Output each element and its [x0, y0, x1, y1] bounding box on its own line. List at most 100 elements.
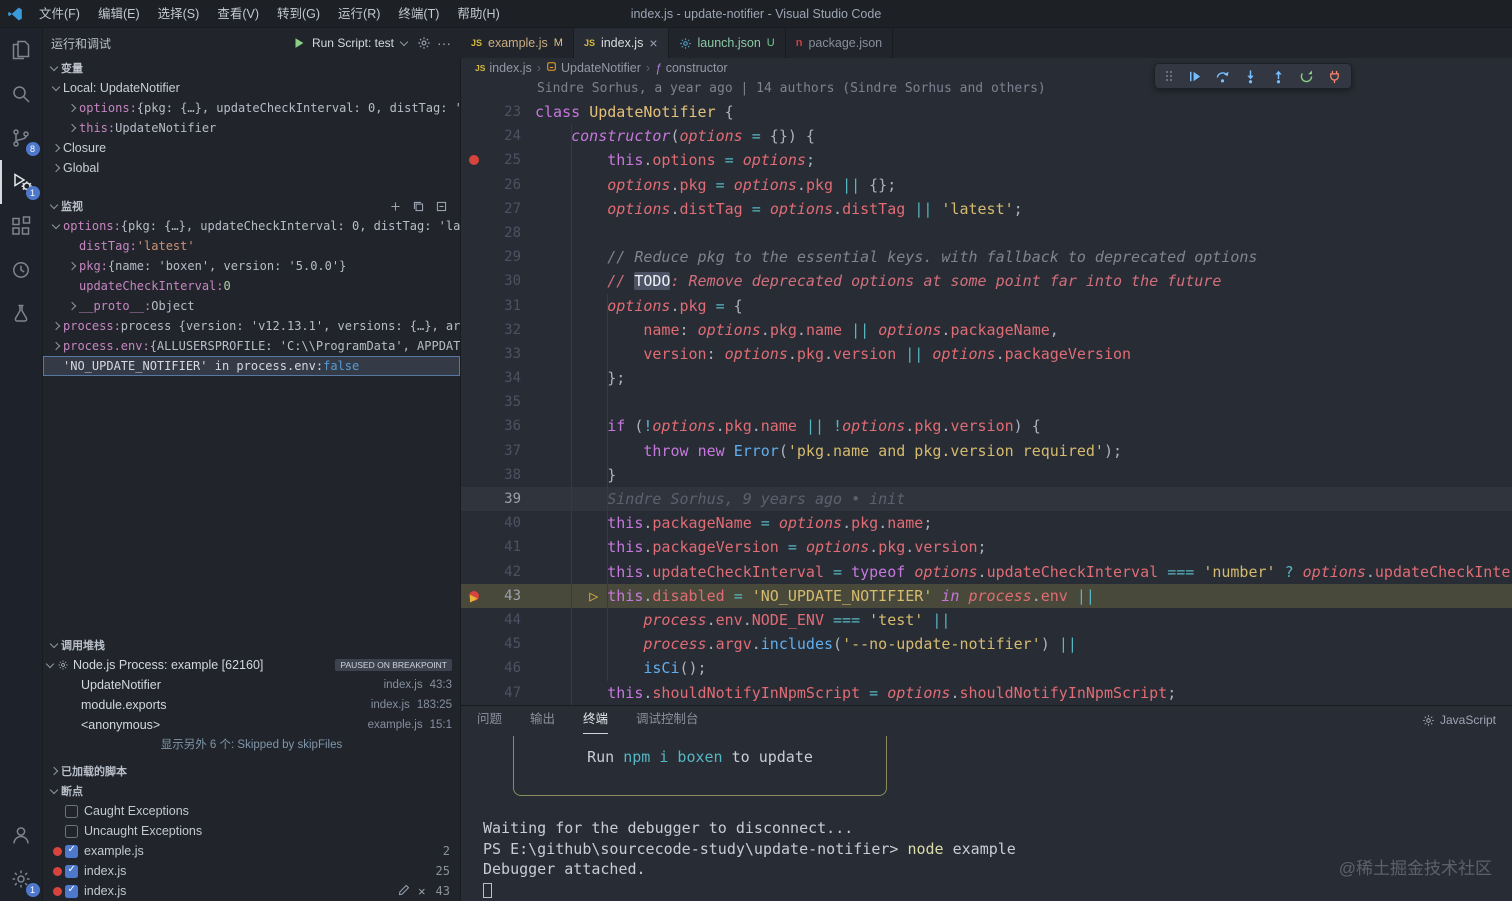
- disconnect-icon[interactable]: [1327, 69, 1342, 84]
- test-beaker-icon[interactable]: [0, 292, 43, 336]
- code-line[interactable]: 33 version: options.pkg.version || optio…: [461, 342, 1512, 366]
- variable-row[interactable]: this: UpdateNotifier: [43, 118, 460, 138]
- code-line[interactable]: 40 this.packageName = options.pkg.name;: [461, 511, 1512, 535]
- code-line[interactable]: 34 };: [461, 366, 1512, 390]
- variable-row[interactable]: Global: [43, 158, 460, 178]
- step-out-icon[interactable]: [1271, 69, 1286, 84]
- code-line[interactable]: 25 this.options = options;: [461, 148, 1512, 172]
- menu-item[interactable]: 文件(F): [30, 0, 89, 28]
- continue-icon[interactable]: [1187, 69, 1202, 84]
- breakpoint-row[interactable]: Uncaught Exceptions: [43, 821, 460, 841]
- debug-config-dropdown[interactable]: Run Script: test: [312, 36, 411, 50]
- panel-tab-输出[interactable]: 输出: [530, 706, 555, 734]
- section-loaded-scripts[interactable]: 已加载的脚本: [43, 761, 460, 781]
- watch-row[interactable]: __proto__: Object: [43, 296, 460, 316]
- section-variables[interactable]: 变量: [43, 58, 460, 78]
- debug-session-row[interactable]: Node.js Process: example [62160] PAUSED …: [43, 655, 460, 675]
- add-expression-icon[interactable]: [389, 200, 402, 213]
- code-line[interactable]: 37 throw new Error('pkg.name and pkg.ver…: [461, 439, 1512, 463]
- restart-icon[interactable]: [1299, 69, 1314, 84]
- menu-item[interactable]: 查看(V): [208, 0, 268, 28]
- explorer-icon[interactable]: [0, 28, 43, 72]
- code-line[interactable]: 29 // Reduce pkg to the essential keys. …: [461, 245, 1512, 269]
- menu-item[interactable]: 终端(T): [389, 0, 448, 28]
- stack-frame[interactable]: UpdateNotifier index.js 43:3: [43, 675, 460, 695]
- code-line[interactable]: 36 if (!options.pkg.name || !options.pkg…: [461, 414, 1512, 438]
- close-tab-icon[interactable]: ×: [649, 36, 657, 50]
- watch-row[interactable]: 'NO_UPDATE_NOTIFIER' in process.env: fal…: [43, 356, 460, 376]
- code-line[interactable]: 44 process.env.NODE_ENV === 'test' ||: [461, 608, 1512, 632]
- gutter-glyph[interactable]: ▶: [461, 584, 487, 608]
- account-icon[interactable]: [0, 813, 43, 857]
- breadcrumb-item-UpdateNotifier[interactable]: UpdateNotifier: [546, 61, 641, 75]
- code-line[interactable]: 39 Sindre Sorhus, 9 years ago • init: [461, 487, 1512, 512]
- watch-row[interactable]: options: {pkg: {…}, updateCheckInterval:…: [43, 216, 460, 236]
- panel-tab-问题[interactable]: 问题: [477, 706, 502, 734]
- code-line[interactable]: 35: [461, 390, 1512, 414]
- code-line[interactable]: 26 options.pkg = options.pkg || {};: [461, 173, 1512, 197]
- panel-tab-终端[interactable]: 终端: [583, 706, 609, 734]
- settings-gear-icon[interactable]: 1: [0, 857, 43, 901]
- tab-launch.json[interactable]: launch.json U: [668, 28, 786, 58]
- menu-item[interactable]: 帮助(H): [448, 0, 508, 28]
- variable-row[interactable]: Local: UpdateNotifier: [43, 78, 460, 98]
- section-watch[interactable]: 监视: [43, 196, 460, 216]
- watch-row[interactable]: updateCheckInterval: 0: [43, 276, 460, 296]
- code-line[interactable]: 23 class UpdateNotifier {: [461, 100, 1512, 124]
- code-line[interactable]: 41 this.packageVersion = options.pkg.ver…: [461, 535, 1512, 559]
- breakpoint-row[interactable]: Caught Exceptions: [43, 801, 460, 821]
- section-call-stack[interactable]: 调用堆栈: [43, 635, 460, 655]
- terminal-profile[interactable]: JavaScript: [1422, 713, 1496, 727]
- code-line[interactable]: 32 name: options.pkg.name || options.pac…: [461, 318, 1512, 342]
- copy-value-icon[interactable]: [412, 200, 425, 213]
- stack-frame[interactable]: <anonymous> example.js 15:1: [43, 715, 460, 735]
- menu-item[interactable]: 选择(S): [149, 0, 209, 28]
- search-icon[interactable]: [0, 72, 43, 116]
- tab-package.json[interactable]: n package.json: [785, 28, 894, 58]
- watch-row[interactable]: distTag: 'latest': [43, 236, 460, 256]
- debug-gear-icon[interactable]: [417, 36, 431, 50]
- collapse-all-icon[interactable]: [435, 200, 448, 213]
- stack-frame[interactable]: module.exports index.js 183:25: [43, 695, 460, 715]
- more-actions-icon[interactable]: ···: [437, 35, 451, 51]
- panel-tab-调试控制台[interactable]: 调试控制台: [636, 706, 699, 734]
- history-icon[interactable]: [0, 248, 43, 292]
- code-line[interactable]: 27 options.distTag = options.distTag || …: [461, 197, 1512, 221]
- start-debugging-button[interactable]: [292, 36, 306, 50]
- code-line[interactable]: 46 isCi();: [461, 656, 1512, 680]
- menu-item[interactable]: 运行(R): [329, 0, 389, 28]
- code-line[interactable]: 30 // TODO: Remove deprecated options at…: [461, 269, 1512, 293]
- menu-item[interactable]: 转到(G): [268, 0, 329, 28]
- breakpoint-checkbox[interactable]: [65, 884, 78, 898]
- remove-breakpoint-icon[interactable]: ×: [418, 884, 426, 899]
- watch-row[interactable]: process.env: {ALLUSERSPROFILE: 'C:\\Prog…: [43, 336, 460, 356]
- code-line[interactable]: 45 process.argv.includes('--no-update-no…: [461, 632, 1512, 656]
- code-line[interactable]: 42 this.updateCheckInterval = typeof opt…: [461, 560, 1512, 584]
- tab-example.js[interactable]: JS example.js M: [461, 28, 574, 58]
- source-control-icon[interactable]: 8: [0, 116, 43, 160]
- extensions-icon[interactable]: [0, 204, 43, 248]
- variable-row[interactable]: options: {pkg: {…}, updateCheckInterval:…: [43, 98, 460, 118]
- step-over-icon[interactable]: [1215, 69, 1230, 84]
- breadcrumb-item-constructor[interactable]: ƒ constructor: [655, 61, 728, 75]
- breakpoint-checkbox[interactable]: [65, 824, 78, 838]
- edit-breakpoint-icon[interactable]: [398, 884, 410, 899]
- breadcrumb-item-index.js[interactable]: JS index.js: [475, 61, 532, 75]
- breakpoint-row[interactable]: example.js2: [43, 841, 460, 861]
- codelens-blame[interactable]: Sindre Sorhus, a year ago | 14 authors (…: [461, 78, 1512, 100]
- tab-index.js[interactable]: JS index.js ×: [573, 28, 669, 58]
- code-line[interactable]: ▶ 43 ▷ this.disabled = 'NO_UPDATE_NOTIFIE…: [461, 583, 1512, 608]
- code-line[interactable]: 24 constructor(options = {}) {: [461, 124, 1512, 148]
- gutter-glyph[interactable]: [461, 148, 487, 172]
- variable-row[interactable]: Closure: [43, 138, 460, 158]
- watch-row[interactable]: pkg: {name: 'boxen', version: '5.0.0'}: [43, 256, 460, 276]
- show-more-frames-link[interactable]: 显示另外 6 个: Skipped by skipFiles: [43, 735, 460, 753]
- breakpoint-row[interactable]: index.js×43: [43, 881, 460, 901]
- step-into-icon[interactable]: [1243, 69, 1258, 84]
- run-debug-icon[interactable]: 1: [0, 160, 43, 204]
- section-breakpoints[interactable]: 断点: [43, 781, 460, 801]
- breakpoint-row[interactable]: index.js25: [43, 861, 460, 881]
- code-line[interactable]: 38 }: [461, 463, 1512, 487]
- breakpoint-checkbox[interactable]: [65, 804, 78, 818]
- terminal[interactable]: Run npm i boxen to update Waiting for th…: [461, 734, 1512, 901]
